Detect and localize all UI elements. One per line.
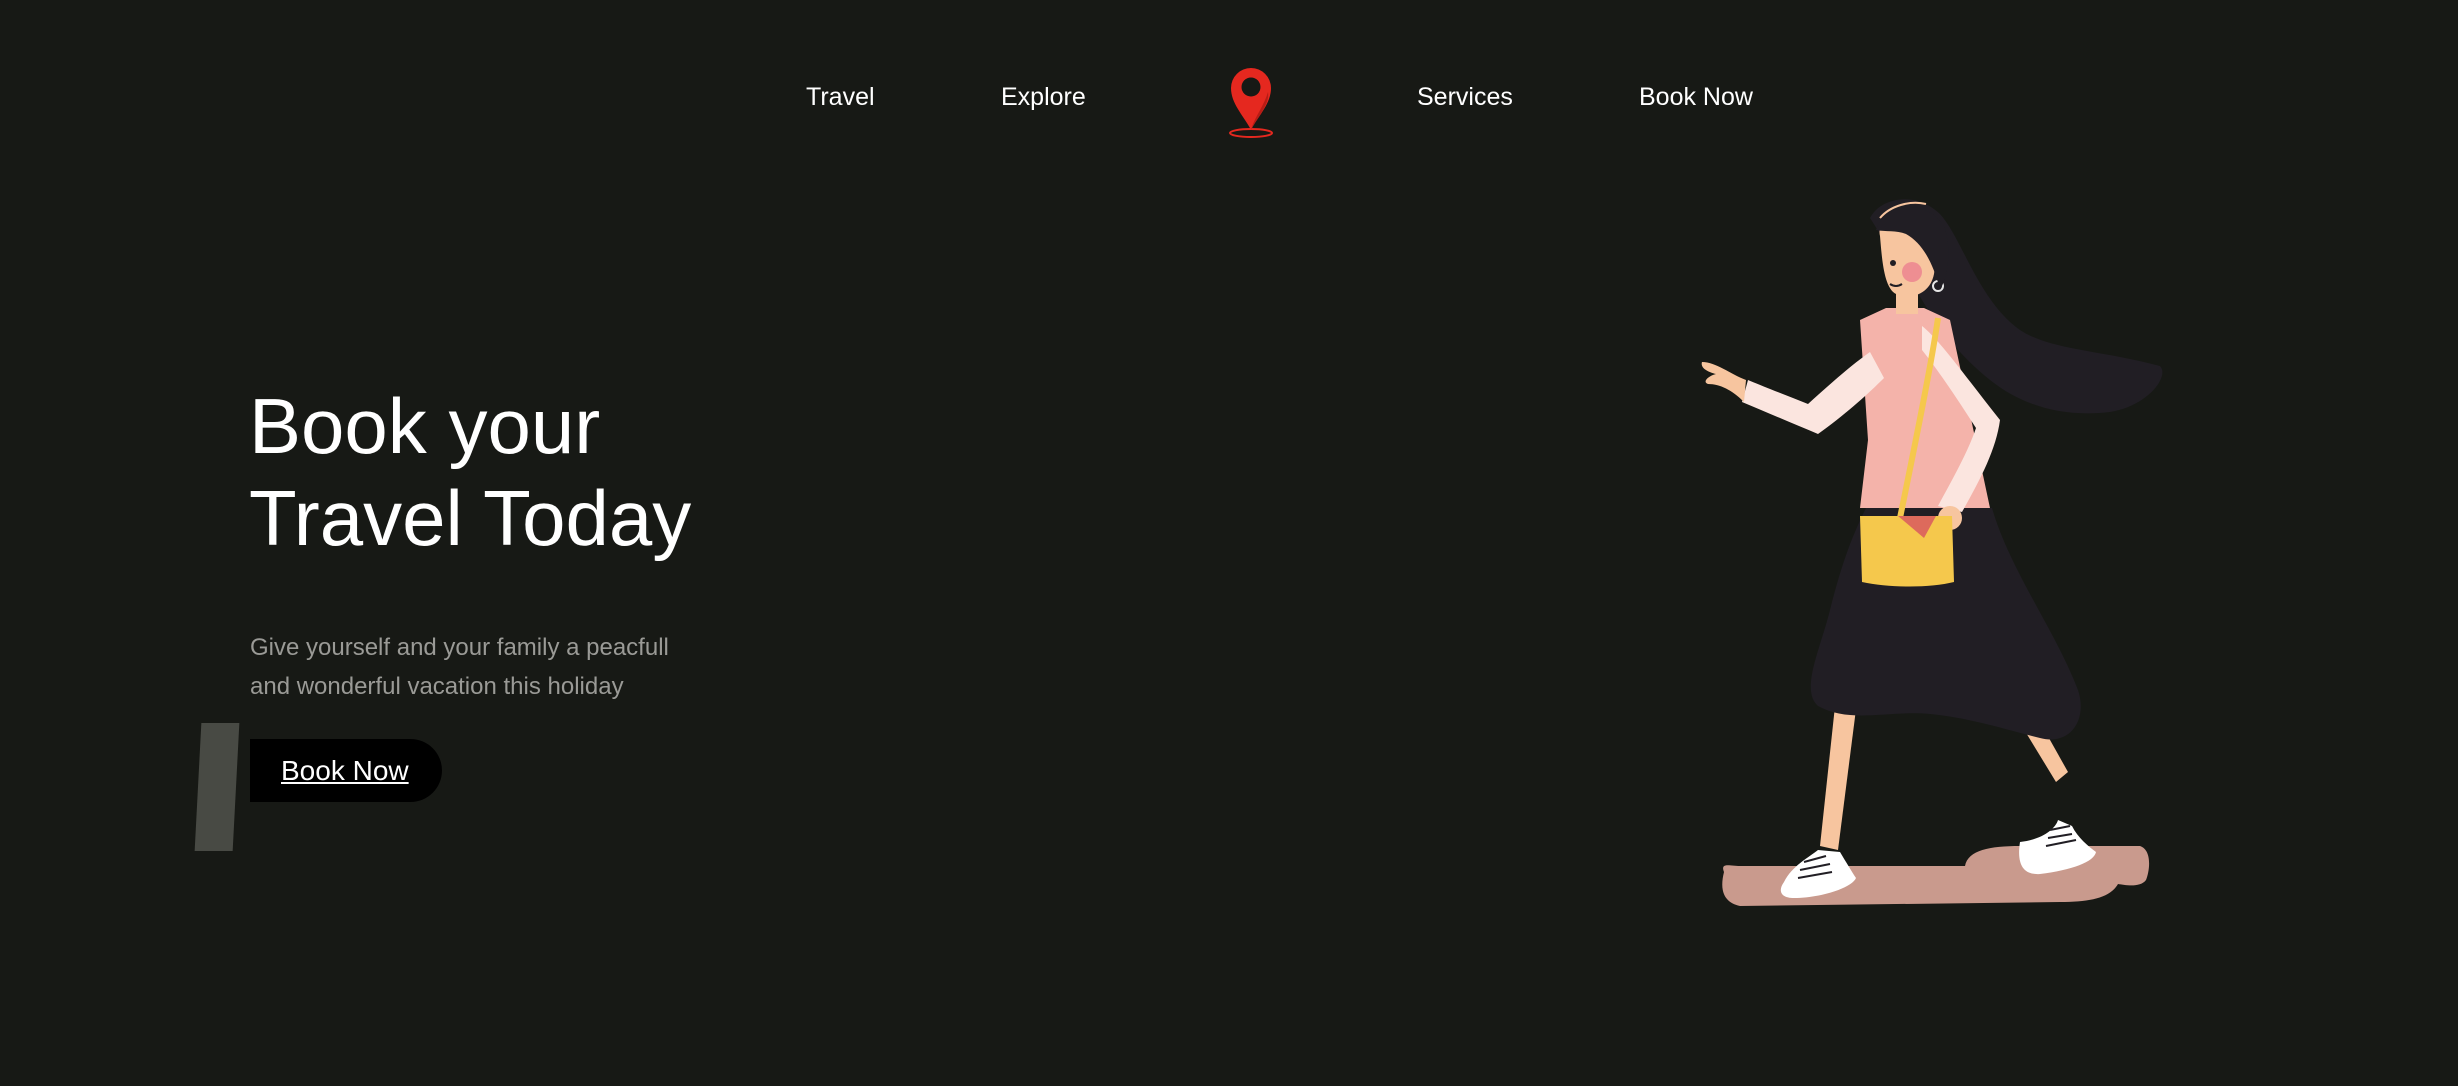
hero-subtitle-line-2: and wonderful vacation this holiday (250, 673, 624, 700)
hero-subtitle: Give yourself and your family a peacfull… (250, 628, 950, 706)
hero-subtitle-line-1: Give yourself and your family a peacfull (250, 634, 669, 661)
book-now-button[interactable]: Book Now (250, 739, 442, 802)
top-nav: Travel Explore Services Book Now (0, 0, 2458, 190)
nav-book-now-link[interactable]: Book Now (1639, 80, 1753, 114)
hero-title: Book your Travel Today (249, 380, 949, 564)
hero-title-line-2: Travel Today (249, 474, 692, 562)
nav-explore-link[interactable]: Explore (1001, 80, 1086, 114)
walking-woman-illustration (1700, 190, 2180, 920)
decorative-accent-bar (194, 723, 240, 851)
map-pin-icon[interactable] (1226, 64, 1276, 140)
book-now-button-label: Book Now (281, 754, 409, 786)
nav-services-link[interactable]: Services (1417, 80, 1513, 114)
landing-page: Travel Explore Services Book Now Book yo… (0, 0, 2458, 1086)
nav-travel-link[interactable]: Travel (806, 80, 875, 114)
hero-title-line-1: Book your (249, 382, 601, 470)
